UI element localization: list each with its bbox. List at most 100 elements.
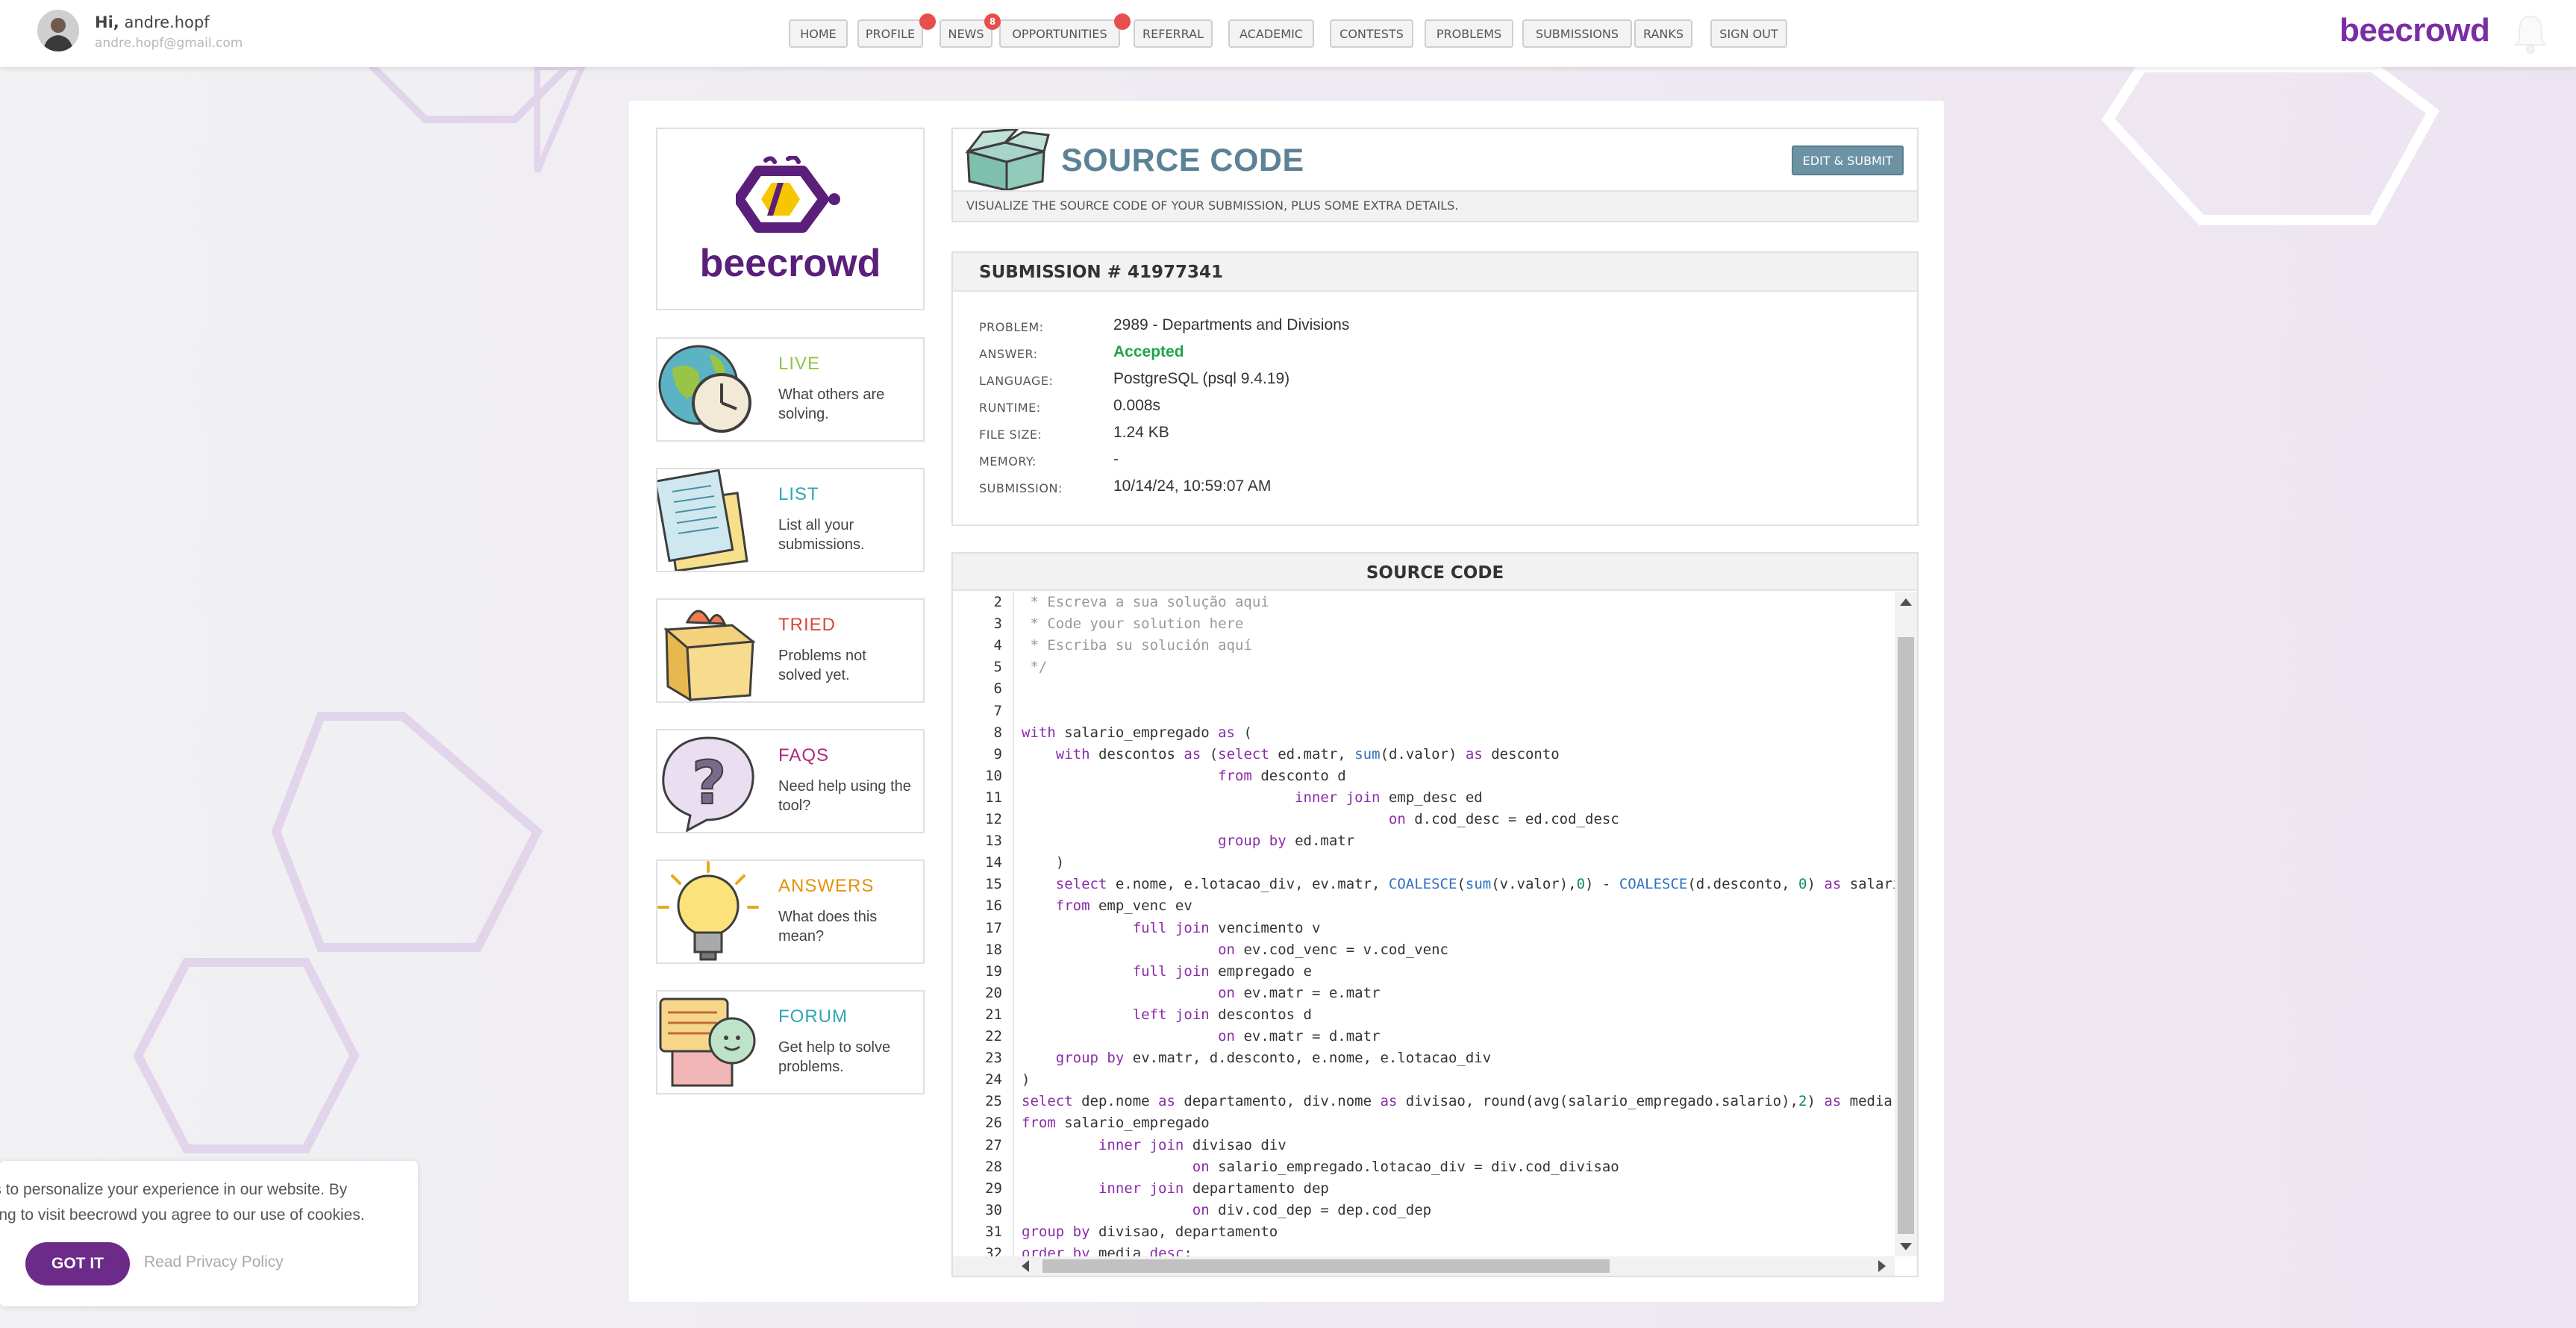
open-box-icon — [962, 128, 1050, 192]
code-line: group by ev.matr, d.desconto, e.nome, e.… — [1055, 1050, 1492, 1067]
answers-description: What does this mean? — [778, 909, 878, 945]
info-row-runtime: RUNTIME: 0.008s — [979, 397, 1875, 419]
code-line: select e.nome, e.lotacao_div, ev.matr, C… — [1055, 876, 1895, 893]
chat-bubbles-icon — [657, 992, 759, 1093]
code-line: select dep.nome as departamento, div.nom… — [1022, 1093, 1892, 1110]
code-line: inner join divisao div — [1098, 1136, 1287, 1153]
info-value: - — [1113, 451, 1119, 468]
svg-text:?: ? — [692, 748, 726, 818]
user-email: andre.hopf@gmail.com — [95, 36, 243, 51]
line-number: 28 — [985, 1158, 1002, 1175]
info-row-answer: ANSWER: Accepted — [979, 343, 1875, 366]
nav-opportunities[interactable]: OPPORTUNITIES — [999, 19, 1120, 48]
info-label: FILE SIZE: — [979, 427, 1042, 442]
code-line: on d.cod_desc = ed.cod_desc — [1388, 811, 1619, 827]
nav-ranks[interactable]: RANKS — [1634, 19, 1692, 48]
sidebar-card-answers[interactable]: ANSWERS What does this mean? — [656, 859, 925, 964]
live-description: What others are solving. — [778, 386, 885, 422]
faqs-title: FAQS — [778, 745, 830, 765]
line-number: 30 — [985, 1201, 1002, 1218]
line-number: 8 — [993, 724, 1002, 741]
nav-home[interactable]: HOME — [789, 19, 848, 48]
code-line: full join empregado e — [1132, 962, 1312, 980]
nav-sign-out[interactable]: SIGN OUT — [1710, 19, 1787, 48]
forum-title: FORUM — [778, 1006, 848, 1027]
line-number: 32 — [985, 1245, 1002, 1256]
horizontal-scroll-thumb[interactable] — [1042, 1259, 1610, 1273]
scroll-up-arrow-icon[interactable] — [1900, 598, 1912, 606]
info-label: RUNTIME: — [979, 401, 1041, 415]
beecrowd-logo-card: beecrowd — [656, 128, 925, 310]
submission-info-card: SUBMISSION # 41977341 PROBLEM: 2989 - De… — [951, 251, 1919, 526]
code-line: on div.cod_dep = dep.cod_dep — [1192, 1201, 1432, 1218]
nav-referral[interactable]: REFERRAL — [1134, 19, 1213, 48]
user-avatar[interactable] — [37, 10, 79, 51]
info-value: 10/14/24, 10:59:07 AM — [1113, 477, 1272, 495]
tried-title: TRIED — [778, 615, 836, 635]
line-number: 12 — [985, 811, 1002, 827]
bell-icon[interactable] — [2513, 12, 2548, 54]
line-number: 5 — [993, 659, 1002, 676]
line-number: 16 — [985, 898, 1002, 915]
info-row-problem: PROBLEM: 2989 - Departments and Division… — [979, 316, 1875, 339]
info-label: LANGUAGE: — [979, 374, 1054, 388]
code-viewer[interactable]: 2 3 4 5 6 7 8 9 10 11 12 13 14 15 16 17 18 19 20 21 22 23 24 25… — [953, 592, 1895, 1256]
page-title: SOURCE CODE — [1061, 142, 1304, 178]
sidebar-card-faqs[interactable]: ? FAQS Need help using the tool? — [656, 729, 925, 833]
scroll-down-arrow-icon[interactable] — [1900, 1243, 1912, 1250]
info-label: PROBLEM: — [979, 320, 1044, 334]
line-number: 2 — [993, 594, 1002, 610]
info-row-language: LANGUAGE: PostgreSQL (psql 9.4.19) — [979, 370, 1875, 392]
horizontal-scrollbar[interactable] — [953, 1256, 1895, 1276]
line-number: 26 — [985, 1115, 1002, 1132]
line-number: 4 — [993, 637, 1002, 654]
line-numbers: 2 3 4 5 6 7 8 9 10 11 12 13 14 15 16 17 18 19 20 21 22 23 24 25… — [953, 592, 1014, 1256]
line-number: 23 — [985, 1050, 1002, 1067]
line-number: 14 — [985, 854, 1002, 871]
info-label: SUBMISSION: — [979, 481, 1063, 495]
code-line: on ev.matr = d.matr — [1218, 1028, 1381, 1044]
code-line: order by media desc; — [1022, 1245, 1192, 1256]
nav-profile[interactable]: PROFILE — [857, 19, 923, 48]
sidebar-card-list[interactable]: LIST List all your submissions. — [654, 468, 925, 572]
vertical-scrollbar[interactable] — [1895, 592, 1917, 1256]
info-row-submission: SUBMISSION: 10/14/24, 10:59:07 AM — [979, 477, 1875, 500]
info-label: MEMORY: — [979, 454, 1037, 469]
line-number: 18 — [985, 941, 1002, 958]
brand-logo[interactable]: beecrowd — [2339, 12, 2490, 49]
problem-link[interactable]: 2989 - Departments and Divisions — [1113, 316, 1349, 334]
top-bar: Hi, andre.hopf andre.hopf@gmail.com HOME… — [0, 0, 2576, 67]
source-code-title: SOURCE CODE — [1366, 563, 1504, 583]
sidebar-card-forum[interactable]: FORUM Get help to solve problems. — [656, 990, 925, 1094]
scroll-left-arrow-icon[interactable] — [1022, 1260, 1029, 1272]
sidebar-card-tried[interactable]: TRIED Problems not solved yet. — [656, 598, 925, 703]
nav-contests[interactable]: CONTESTS — [1330, 19, 1413, 48]
code-line: inner join departamento dep — [1098, 1180, 1329, 1197]
question-bubble-icon: ? — [657, 730, 759, 833]
nav-problems[interactable]: PROBLEMS — [1425, 19, 1513, 48]
nav-academic[interactable]: ACADEMIC — [1228, 19, 1314, 48]
code-line: full join vencimento v — [1132, 919, 1321, 936]
submission-title: SUBMISSION # 41977341 — [979, 263, 1223, 282]
line-number: 7 — [993, 702, 1002, 719]
page-subtitle-bar: VISUALIZE THE SOURCE CODE OF YOUR SUBMIS… — [953, 190, 1917, 221]
nav-submissions[interactable]: SUBMISSIONS — [1522, 19, 1632, 48]
scroll-right-arrow-icon[interactable] — [1878, 1260, 1886, 1272]
info-value: 1.24 KB — [1113, 424, 1169, 441]
edit-submit-button[interactable]: EDIT & SUBMIT — [1792, 145, 1904, 175]
line-number: 20 — [985, 984, 1002, 1001]
vertical-scroll-thumb[interactable] — [1898, 637, 1914, 1234]
source-code-header: SOURCE CODE EDIT & SUBMIT VISUALIZE THE … — [951, 128, 1919, 222]
line-number: 19 — [985, 962, 1002, 980]
page-subtitle: VISUALIZE THE SOURCE CODE OF YOUR SUBMIS… — [966, 198, 1459, 213]
news-badge: 8 — [984, 13, 1001, 30]
submission-info-header: SUBMISSION # 41977341 — [953, 253, 1917, 292]
info-value: PostgreSQL (psql 9.4.19) — [1113, 370, 1290, 387]
privacy-policy-link[interactable]: Read Privacy Policy — [144, 1253, 284, 1271]
list-title: LIST — [778, 484, 819, 504]
code-line: group by divisao, departamento — [1022, 1223, 1278, 1240]
sidebar-card-live[interactable]: LIVE What others are solving. — [656, 337, 925, 442]
globe-clock-icon — [657, 339, 759, 440]
cookie-accept-button[interactable]: GOT IT — [25, 1242, 130, 1285]
cookie-text: Cookies to personalize your experience i… — [0, 1177, 403, 1228]
